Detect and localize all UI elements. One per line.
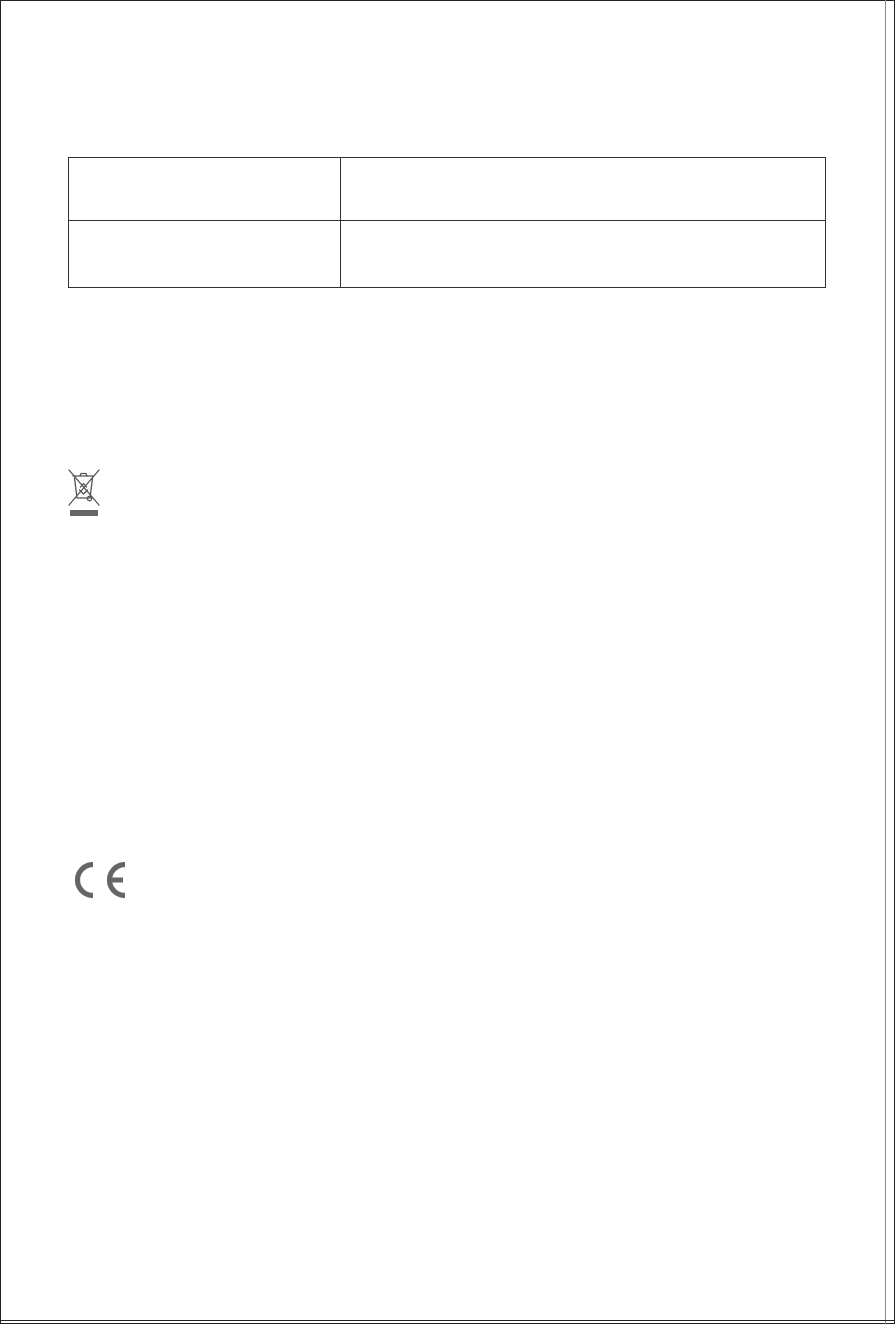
table-cell-label: [68, 157, 341, 221]
page-bottom-rule: [0, 1320, 895, 1321]
table-row: [68, 157, 826, 221]
table-row: [68, 220, 826, 288]
crossed-out-wheelie-bin-icon: [68, 469, 100, 516]
page-edge-rule: [885, 0, 886, 1324]
spec-table: [68, 157, 826, 288]
table-cell-value: [340, 220, 826, 288]
table-cell-label: [68, 220, 341, 288]
ce-mark-icon: [74, 861, 126, 899]
table-cell-value: [340, 157, 826, 221]
